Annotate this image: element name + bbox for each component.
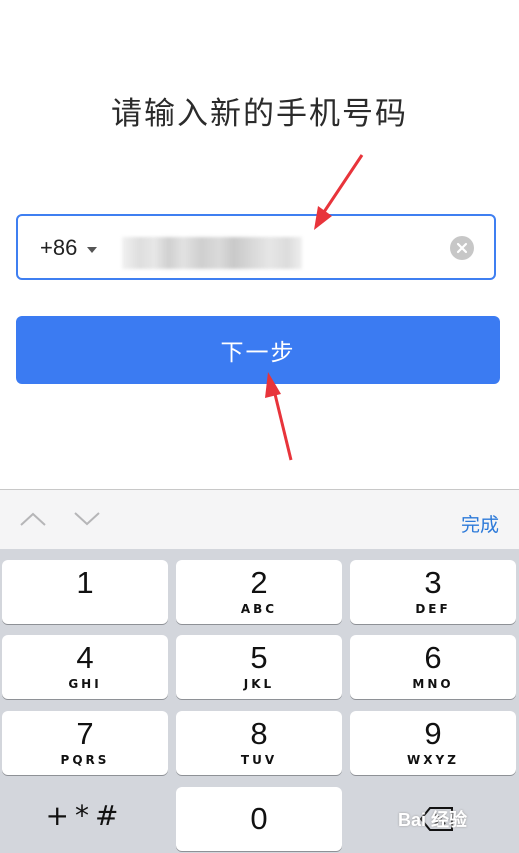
clear-icon[interactable] bbox=[450, 236, 474, 260]
key-letters: GHI bbox=[68, 677, 102, 691]
key-digit: 5 bbox=[250, 640, 268, 675]
page-title: 请输入新的手机号码 bbox=[111, 96, 408, 132]
country-code[interactable]: +86 bbox=[40, 235, 77, 261]
key-1[interactable]: 1 bbox=[2, 560, 168, 624]
key-letters: TUV bbox=[240, 753, 278, 767]
key-2[interactable]: 2 ABC bbox=[176, 560, 342, 624]
key-digit: 6 bbox=[424, 640, 442, 675]
key-letters: PQRS bbox=[60, 753, 110, 767]
next-step-button[interactable]: 下一步 bbox=[16, 316, 500, 384]
key-digit: 9 bbox=[424, 716, 442, 751]
key-digit: 3 bbox=[424, 565, 442, 600]
chevron-up-icon[interactable] bbox=[18, 510, 48, 532]
chevron-down-icon[interactable] bbox=[72, 510, 102, 532]
key-symbols-label: +*# bbox=[45, 799, 125, 832]
key-7[interactable]: 7 PQRS bbox=[2, 711, 168, 775]
phone-input-field[interactable]: +86 bbox=[16, 214, 496, 280]
key-letters: JKL bbox=[243, 677, 275, 691]
key-digit: 1 bbox=[76, 565, 94, 600]
key-digit: 4 bbox=[76, 640, 94, 675]
key-letters: WXYZ bbox=[407, 753, 459, 767]
key-letters: DEF bbox=[415, 602, 451, 616]
key-letters: MNO bbox=[412, 677, 454, 691]
key-9[interactable]: 9 WXYZ bbox=[350, 711, 516, 775]
done-button[interactable]: 完成 bbox=[461, 510, 499, 537]
key-digit: 8 bbox=[250, 716, 268, 751]
key-letters: ABC bbox=[240, 602, 278, 616]
key-3[interactable]: 3 DEF bbox=[350, 560, 516, 624]
key-digit: 2 bbox=[250, 565, 268, 600]
country-code-dropdown-icon[interactable] bbox=[87, 247, 97, 253]
watermark-logo: Bai 经验 bbox=[398, 810, 468, 830]
key-8[interactable]: 8 TUV bbox=[176, 711, 342, 775]
numeric-keyboard: 完成 1 2 ABC 3 DEF 4 GHI 5 JKL 6 MNO 7 PQR… bbox=[0, 489, 519, 853]
key-5[interactable]: 5 JKL bbox=[176, 635, 342, 699]
key-6[interactable]: 6 MNO bbox=[350, 635, 516, 699]
keyboard-toolbar: 完成 bbox=[0, 489, 519, 549]
key-0[interactable]: 0 bbox=[176, 787, 342, 851]
key-4[interactable]: 4 GHI bbox=[2, 635, 168, 699]
key-digit: 0 bbox=[250, 801, 268, 836]
phone-number-value[interactable] bbox=[122, 237, 302, 269]
key-digit: 7 bbox=[76, 716, 94, 751]
key-symbols[interactable]: +*# bbox=[2, 787, 168, 851]
